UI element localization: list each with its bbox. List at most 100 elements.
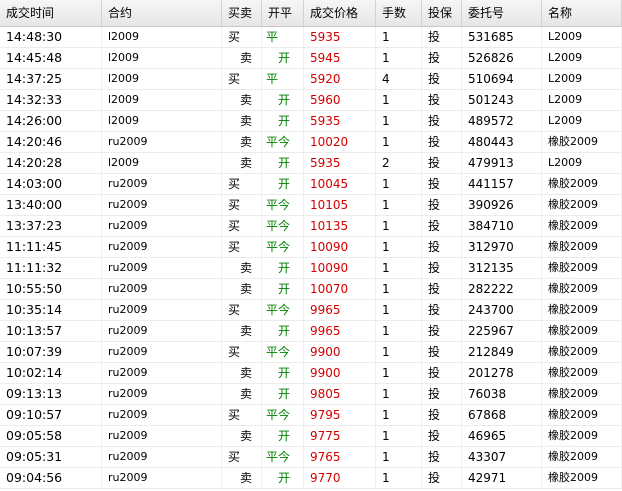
table-row[interactable]: 14:37:25 l2009 买平 5920 4 投 510694 L2009 (0, 69, 622, 90)
cell-hedge: 投 (422, 468, 462, 488)
cell-price: 5920 (304, 69, 376, 89)
col-header-lots[interactable]: 手数 (376, 0, 422, 26)
cell-open-close: 开 (262, 321, 304, 341)
cell-order-id: 312970 (462, 237, 542, 257)
table-row[interactable]: 14:20:28 l2009 卖开 5935 2 投 479913 L2009 (0, 153, 622, 174)
cell-price: 5935 (304, 27, 376, 47)
cell-lots: 1 (376, 342, 422, 362)
cell-contract: ru2009 (102, 300, 222, 320)
cell-hedge: 投 (422, 258, 462, 278)
table-row[interactable]: 14:03:00 ru2009 买开 10045 1 投 441157 橡胶2009 (0, 174, 622, 195)
table-row[interactable]: 14:26:00 l2009 卖开 5935 1 投 489572 L2009 (0, 111, 622, 132)
table-row[interactable]: 10:07:39 ru2009 买平今 9900 1 投 212849 橡胶2009 (0, 342, 622, 363)
cell-contract: l2009 (102, 48, 222, 68)
cell-order-id: 42971 (462, 468, 542, 488)
cell-side: 买 (222, 342, 262, 362)
cell-time: 14:20:28 (0, 153, 102, 173)
cell-lots: 1 (376, 384, 422, 404)
cell-price: 9770 (304, 468, 376, 488)
cell-time: 09:05:58 (0, 426, 102, 446)
cell-time: 09:10:57 (0, 405, 102, 425)
cell-time: 11:11:32 (0, 258, 102, 278)
col-header-contract[interactable]: 合约 (102, 0, 222, 26)
cell-price: 10105 (304, 195, 376, 215)
cell-side: 买 (222, 174, 262, 194)
cell-lots: 1 (376, 132, 422, 152)
table-row[interactable]: 14:48:30 l2009 买平 5935 1 投 531685 L2009 (0, 27, 622, 48)
cell-time: 14:37:25 (0, 69, 102, 89)
cell-name: 橡胶2009 (542, 174, 622, 194)
cell-name: 橡胶2009 (542, 426, 622, 446)
cell-price: 10135 (304, 216, 376, 236)
table-row[interactable]: 10:35:14 ru2009 买平今 9965 1 投 243700 橡胶2009 (0, 300, 622, 321)
col-header-order-id[interactable]: 委托号 (462, 0, 542, 26)
table-row[interactable]: 13:37:23 ru2009 买平今 10135 1 投 384710 橡胶2009 (0, 216, 622, 237)
cell-open-close: 平今 (262, 237, 304, 257)
cell-price: 5935 (304, 153, 376, 173)
col-header-price[interactable]: 成交价格 (304, 0, 376, 26)
cell-name: 橡胶2009 (542, 258, 622, 278)
cell-open-close: 开 (262, 384, 304, 404)
cell-price: 5960 (304, 90, 376, 110)
table-row[interactable]: 14:32:33 l2009 卖开 5960 1 投 501243 L2009 (0, 90, 622, 111)
cell-open-close: 开 (262, 426, 304, 446)
cell-hedge: 投 (422, 216, 462, 236)
col-header-side[interactable]: 买卖 (222, 0, 262, 26)
cell-lots: 1 (376, 48, 422, 68)
cell-side: 卖 (222, 426, 262, 446)
table-row[interactable]: 09:05:31 ru2009 买平今 9765 1 投 43307 橡胶2009 (0, 447, 622, 468)
cell-time: 09:13:13 (0, 384, 102, 404)
cell-side: 卖 (222, 258, 262, 278)
cell-open-close: 平今 (262, 405, 304, 425)
cell-order-id: 526826 (462, 48, 542, 68)
cell-open-close: 开 (262, 279, 304, 299)
cell-contract: ru2009 (102, 321, 222, 341)
cell-order-id: 76038 (462, 384, 542, 404)
table-row[interactable]: 14:45:48 l2009 卖开 5945 1 投 526826 L2009 (0, 48, 622, 69)
cell-price: 10090 (304, 258, 376, 278)
cell-time: 13:37:23 (0, 216, 102, 236)
cell-open-close: 平今 (262, 216, 304, 236)
table-row[interactable]: 10:02:14 ru2009 卖开 9900 1 投 201278 橡胶2009 (0, 363, 622, 384)
cell-price: 9805 (304, 384, 376, 404)
table-row[interactable]: 09:13:13 ru2009 卖开 9805 1 投 76038 橡胶2009 (0, 384, 622, 405)
cell-hedge: 投 (422, 426, 462, 446)
col-header-hedge[interactable]: 投保 (422, 0, 462, 26)
cell-open-close: 平今 (262, 300, 304, 320)
cell-hedge: 投 (422, 405, 462, 425)
table-row[interactable]: 09:05:58 ru2009 卖开 9775 1 投 46965 橡胶2009 (0, 426, 622, 447)
cell-lots: 1 (376, 321, 422, 341)
cell-name: L2009 (542, 48, 622, 68)
table-row[interactable]: 14:20:46 ru2009 卖平今 10020 1 投 480443 橡胶2009 (0, 132, 622, 153)
table-row[interactable]: 11:11:45 ru2009 买平今 10090 1 投 312970 橡胶2009 (0, 237, 622, 258)
cell-lots: 1 (376, 363, 422, 383)
table-row[interactable]: 13:40:00 ru2009 买平今 10105 1 投 390926 橡胶2009 (0, 195, 622, 216)
cell-hedge: 投 (422, 27, 462, 47)
table-row[interactable]: 11:11:32 ru2009 卖开 10090 1 投 312135 橡胶2009 (0, 258, 622, 279)
col-header-name[interactable]: 名称 (542, 0, 622, 26)
cell-hedge: 投 (422, 111, 462, 131)
cell-contract: ru2009 (102, 132, 222, 152)
table-row[interactable]: 09:10:57 ru2009 买平今 9795 1 投 67868 橡胶2009 (0, 405, 622, 426)
cell-contract: l2009 (102, 69, 222, 89)
cell-time: 09:05:31 (0, 447, 102, 467)
cell-lots: 1 (376, 405, 422, 425)
cell-name: 橡胶2009 (542, 300, 622, 320)
cell-side: 买 (222, 447, 262, 467)
table-row[interactable]: 10:13:57 ru2009 卖开 9965 1 投 225967 橡胶2009 (0, 321, 622, 342)
cell-hedge: 投 (422, 132, 462, 152)
cell-open-close: 开 (262, 48, 304, 68)
cell-contract: ru2009 (102, 447, 222, 467)
table-row[interactable]: 09:04:56 ru2009 卖开 9770 1 投 42971 橡胶2009 (0, 468, 622, 489)
col-header-time[interactable]: 成交时间 (0, 0, 102, 26)
cell-side: 买 (222, 195, 262, 215)
cell-time: 10:55:50 (0, 279, 102, 299)
cell-time: 13:40:00 (0, 195, 102, 215)
cell-hedge: 投 (422, 237, 462, 257)
cell-time: 10:07:39 (0, 342, 102, 362)
cell-contract: ru2009 (102, 279, 222, 299)
cell-side: 买 (222, 405, 262, 425)
table-row[interactable]: 10:55:50 ru2009 卖开 10070 1 投 282222 橡胶2009 (0, 279, 622, 300)
cell-side: 卖 (222, 468, 262, 488)
col-header-open-close[interactable]: 开平 (262, 0, 304, 26)
